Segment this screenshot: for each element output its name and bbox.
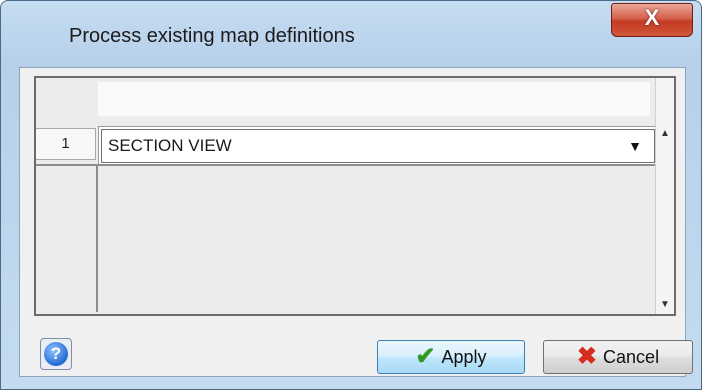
close-icon: X — [644, 5, 660, 30]
title-bar[interactable]: Process existing map definitions X — [1, 1, 701, 67]
scroll-down-arrow-icon[interactable]: ▼ — [656, 299, 674, 310]
row-divider — [36, 164, 656, 166]
map-definition-dropdown[interactable]: SECTION VIEW ▼ — [98, 126, 658, 166]
row-number[interactable]: 1 — [36, 128, 96, 160]
cancel-x-icon: ✖ — [576, 343, 598, 370]
column-divider — [96, 164, 98, 312]
chevron-down-icon[interactable]: ▼ — [628, 138, 642, 154]
vertical-scrollbar[interactable]: ▲ ▼ — [655, 78, 674, 314]
dropdown-field[interactable]: SECTION VIEW ▼ — [101, 129, 655, 163]
dialog-window: Process existing map definitions X 1 SEC… — [0, 0, 702, 390]
help-icon: ? — [44, 342, 68, 366]
dropdown-value: SECTION VIEW — [108, 136, 232, 155]
close-button[interactable]: X — [611, 3, 693, 37]
cancel-button[interactable]: ✖ Cancel — [543, 340, 693, 374]
map-definitions-grid: 1 SECTION VIEW ▼ ▲ ▼ — [34, 76, 676, 316]
dialog-footer: ? ✔ Apply ✖ Cancel — [20, 318, 693, 376]
grid-header — [98, 82, 650, 116]
apply-button[interactable]: ✔ Apply — [377, 340, 525, 374]
window-title: Process existing map definitions — [69, 25, 355, 47]
dialog-body: 1 SECTION VIEW ▼ ▲ ▼ ? ✔ Apply ✖ Cancel — [19, 67, 693, 377]
cancel-label: Cancel — [603, 346, 660, 367]
check-icon: ✔ — [415, 343, 436, 370]
scroll-up-arrow-icon[interactable]: ▲ — [656, 128, 674, 139]
help-button[interactable]: ? — [40, 338, 72, 370]
apply-label: Apply — [441, 346, 487, 367]
